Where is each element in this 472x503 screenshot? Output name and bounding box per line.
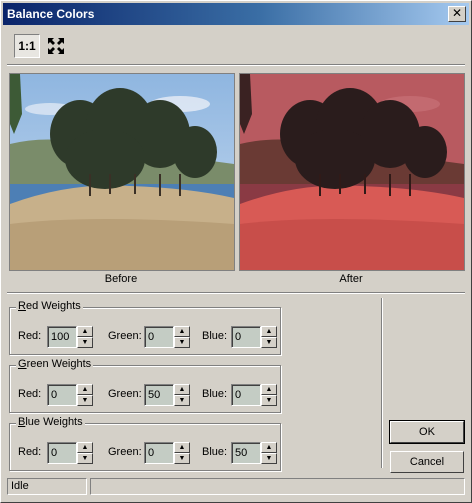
spin-down-icon[interactable]: ▼ [77, 453, 93, 464]
red-weights-green-label: Green: [108, 330, 142, 342]
spin-down-icon[interactable]: ▼ [77, 337, 93, 348]
vertical-separator [381, 298, 383, 468]
red-weights-green-input[interactable]: 0 [144, 326, 174, 348]
spin-up-icon[interactable]: ▲ [261, 384, 277, 395]
green-weights-green-input[interactable]: 50 [144, 384, 174, 406]
cancel-button[interactable]: Cancel [390, 451, 464, 473]
zoom-1to1-label: 1:1 [18, 39, 36, 53]
blue-weights-blue-input[interactable]: 50 [231, 442, 261, 464]
red-weights-legend: Red Weights [16, 300, 83, 312]
title-bar[interactable]: Balance Colors ✕ [3, 3, 469, 25]
before-image [9, 73, 235, 271]
red-weights-red-label: Red: [18, 330, 42, 342]
window-title: Balance Colors [7, 7, 95, 21]
blue-weights-blue-label: Blue: [202, 446, 228, 458]
spin-up-icon[interactable]: ▲ [77, 384, 93, 395]
blue-weights-green-label: Green: [108, 446, 142, 458]
red-weights-group: Red Weights Red: 100 ▲ ▼ Green: 0 ▲ ▼ Blue… [9, 300, 281, 355]
fit-to-window-button[interactable] [43, 34, 69, 58]
spin-up-icon[interactable]: ▲ [174, 326, 190, 337]
before-caption: Before [104, 273, 138, 285]
blue-weights-green-input[interactable]: 0 [144, 442, 174, 464]
green-weights-green-label: Green: [108, 388, 142, 400]
spin-down-icon[interactable]: ▼ [261, 337, 277, 348]
blue-weights-group: Blue Weights Red: 0 ▲ ▼ Green: 0 ▲ ▼ Blue:… [9, 416, 281, 471]
zoom-1to1-button[interactable]: 1:1 [14, 34, 40, 58]
green-weights-blue-input[interactable]: 0 [231, 384, 261, 406]
blue-weights-legend: Blue Weights [16, 416, 85, 428]
green-weights-red-label: Red: [18, 388, 42, 400]
spin-up-icon[interactable]: ▲ [261, 442, 277, 453]
spin-up-icon[interactable]: ▲ [77, 442, 93, 453]
spin-down-icon[interactable]: ▼ [174, 395, 190, 406]
after-image [239, 73, 465, 271]
preview-separator [7, 292, 465, 294]
close-icon: ✕ [451, 6, 463, 20]
after-caption: After [339, 273, 363, 285]
red-weights-red-input[interactable]: 100 [47, 326, 77, 348]
close-button[interactable]: ✕ [448, 6, 466, 22]
red-weights-blue-label: Blue: [202, 330, 228, 342]
spin-down-icon[interactable]: ▼ [261, 395, 277, 406]
spin-up-icon[interactable]: ▲ [261, 326, 277, 337]
green-weights-red-input[interactable]: 0 [47, 384, 77, 406]
spin-up-icon[interactable]: ▲ [174, 384, 190, 395]
spin-down-icon[interactable]: ▼ [174, 453, 190, 464]
blue-weights-red-input[interactable]: 0 [47, 442, 77, 464]
balance-colors-dialog: Balance Colors ✕ 1:1 Before After Red We… [0, 0, 472, 503]
green-weights-blue-label: Blue: [202, 388, 228, 400]
status-panel [90, 478, 465, 495]
red-weights-blue-input[interactable]: 0 [231, 326, 261, 348]
toolbar-separator [7, 64, 465, 66]
spin-up-icon[interactable]: ▲ [174, 442, 190, 453]
spin-down-icon[interactable]: ▼ [174, 337, 190, 348]
green-weights-group: Green Weights Red: 0 ▲ ▼ Green: 50 ▲ ▼ Blu… [9, 358, 281, 413]
fit-to-window-icon [48, 38, 64, 54]
blue-weights-red-label: Red: [18, 446, 42, 458]
green-weights-legend: Green Weights [16, 358, 94, 370]
spin-down-icon[interactable]: ▼ [77, 395, 93, 406]
spin-down-icon[interactable]: ▼ [261, 453, 277, 464]
spin-up-icon[interactable]: ▲ [77, 326, 93, 337]
status-text: Idle [7, 478, 87, 495]
ok-button[interactable]: OK [389, 420, 465, 444]
